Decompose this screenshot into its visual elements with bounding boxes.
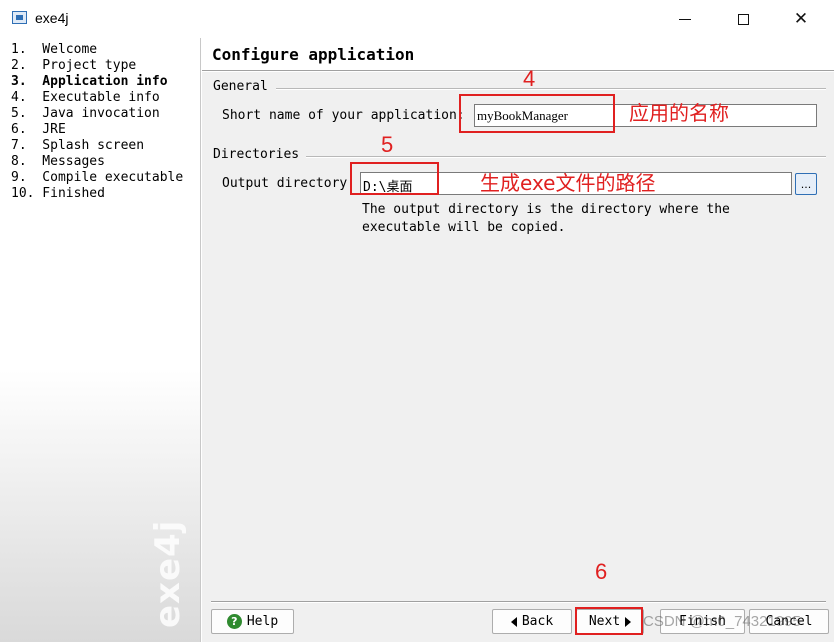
- title-bar: exe4j ✕: [0, 0, 834, 38]
- minimize-button[interactable]: [662, 0, 708, 38]
- annotation-4-highlight: [459, 94, 615, 133]
- annotation-5-highlight: [350, 162, 439, 195]
- exe4j-watermark: exe4j: [148, 519, 188, 628]
- page-title: Configure application: [212, 45, 415, 64]
- close-button[interactable]: ✕: [778, 0, 824, 38]
- step-finished: 10. Finished: [11, 186, 105, 201]
- step-messages: 8. Messages: [11, 154, 105, 169]
- steps-sidebar: 1. Welcome 2. Project type 3. Applicatio…: [0, 38, 201, 642]
- step-project-type: 2. Project type: [11, 58, 137, 73]
- csdn-watermark: CSDN @m0_74321995: [643, 613, 801, 630]
- annotation-5-number: 5: [381, 132, 394, 157]
- back-button[interactable]: Back: [492, 609, 572, 634]
- maximize-icon: [737, 13, 749, 25]
- step-compile-executable: 9. Compile executable: [11, 170, 184, 185]
- general-divider: [276, 88, 826, 90]
- annotation-4-number: 4: [523, 66, 536, 91]
- arrow-left-icon: [510, 616, 517, 627]
- annotation-5-note: 生成exe文件的路径: [480, 171, 656, 195]
- maximize-button[interactable]: [720, 0, 766, 38]
- help-icon: ?: [226, 614, 242, 629]
- output-directory-help-text: The output directory is the directory wh…: [362, 202, 730, 235]
- close-icon: ✕: [793, 9, 809, 29]
- page-header: Configure application: [202, 38, 834, 70]
- minimize-icon: [679, 18, 691, 20]
- step-executable-info: 4. Executable info: [11, 90, 160, 105]
- step-welcome: 1. Welcome: [11, 42, 98, 57]
- step-splash-screen: 7. Splash screen: [11, 138, 145, 153]
- step-jre: 6. JRE: [11, 122, 66, 137]
- back-button-label: Back: [521, 614, 554, 629]
- step-application-info: 3. Application info: [11, 74, 168, 89]
- annotation-6-highlight: [575, 607, 643, 635]
- help-button-label: Help: [246, 614, 279, 629]
- annotation-4-note: 应用的名称: [629, 101, 729, 125]
- short-name-label: Short name of your application:: [222, 108, 465, 123]
- step-java-invocation: 5. Java invocation: [11, 106, 160, 121]
- window-title: exe4j: [35, 10, 69, 26]
- header-divider: [202, 70, 834, 72]
- help-button[interactable]: ? Help: [211, 609, 294, 634]
- app-icon: [12, 11, 27, 24]
- annotation-6-number: 6: [595, 559, 608, 584]
- browse-button[interactable]: ...: [795, 173, 817, 195]
- footer-divider: [211, 601, 826, 603]
- general-section-label: General: [213, 79, 268, 94]
- output-directory-label: Output directory:: [222, 176, 356, 191]
- steps-list: 1. Welcome 2. Project type 3. Applicatio…: [11, 42, 183, 202]
- directories-section-label: Directories: [213, 147, 300, 162]
